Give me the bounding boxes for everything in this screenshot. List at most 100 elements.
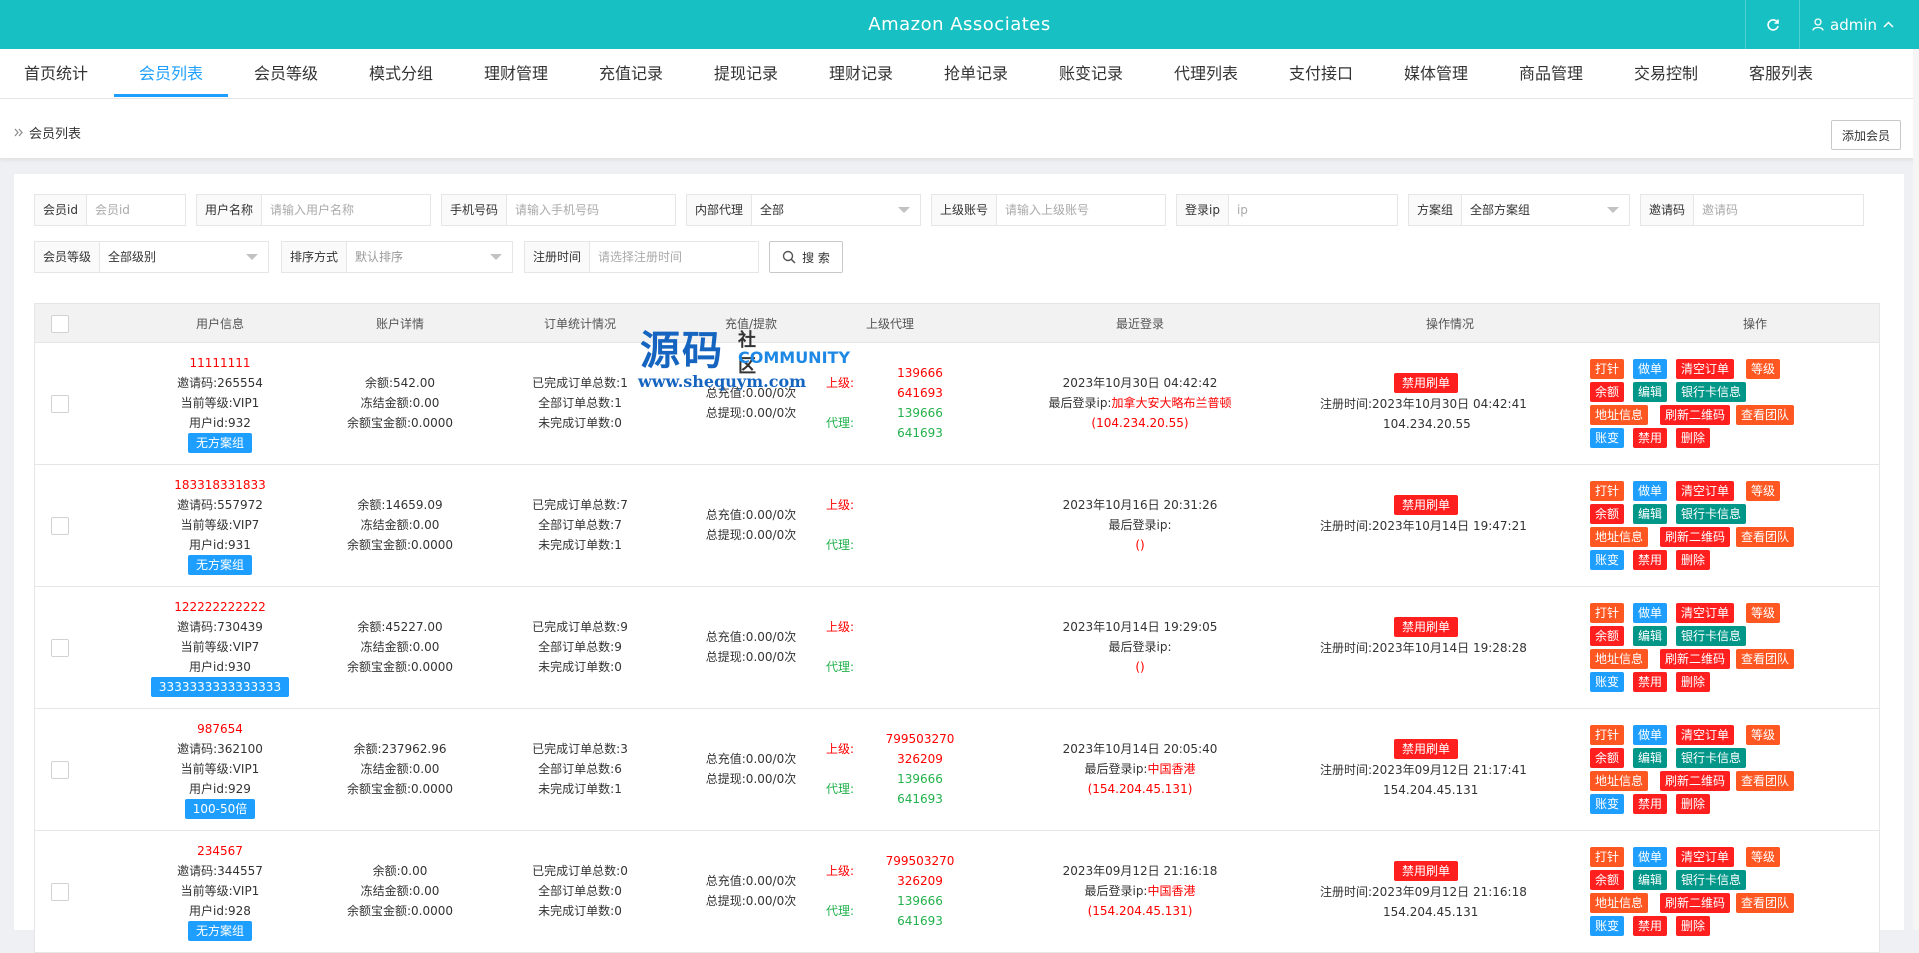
action-button[interactable]: 余额 <box>1590 870 1625 890</box>
action-button[interactable]: 查看团队 <box>1736 771 1795 791</box>
nav-item[interactable]: 支付接口 <box>1271 49 1371 99</box>
nav-item[interactable]: 商品管理 <box>1501 49 1601 99</box>
action-button[interactable]: 打针 <box>1590 359 1625 379</box>
ban-order-badge[interactable]: 禁用刷单 <box>1394 373 1459 393</box>
username-input[interactable] <box>262 195 430 225</box>
action-button[interactable]: 地址信息 <box>1590 893 1649 913</box>
level-select[interactable]: 全部级别 <box>100 242 268 272</box>
nav-item[interactable]: 会员等级 <box>236 49 336 99</box>
nav-item[interactable]: 提现记录 <box>696 49 796 99</box>
page-scrollbar[interactable] <box>1913 49 1919 930</box>
action-button[interactable]: 清空订单 <box>1676 725 1735 745</box>
parent-input[interactable] <box>997 195 1165 225</box>
action-button[interactable]: 做单 <box>1633 603 1668 623</box>
action-button[interactable]: 编辑 <box>1633 626 1668 646</box>
row-checkbox[interactable] <box>51 517 69 535</box>
add-member-button[interactable]: 添加会员 <box>1831 120 1901 150</box>
action-button[interactable]: 账变 <box>1590 428 1625 448</box>
action-button[interactable]: 编辑 <box>1633 504 1668 524</box>
agent-account[interactable]: 139666 <box>875 403 965 423</box>
parent-account[interactable]: 326209 <box>875 871 965 891</box>
plan-group-badge[interactable]: 无方案组 <box>187 555 252 575</box>
action-button[interactable]: 等级 <box>1746 847 1781 867</box>
action-button[interactable]: 地址信息 <box>1590 405 1649 425</box>
action-button[interactable]: 删除 <box>1676 672 1711 692</box>
action-button[interactable]: 余额 <box>1590 382 1625 402</box>
action-button[interactable]: 做单 <box>1633 481 1668 501</box>
action-button[interactable]: 余额 <box>1590 748 1625 768</box>
nav-item[interactable]: 理财记录 <box>811 49 911 99</box>
search-button[interactable]: 搜 索 <box>769 241 843 273</box>
parent-account[interactable]: 799503270 <box>875 729 965 749</box>
action-button[interactable]: 禁用 <box>1633 428 1668 448</box>
action-button[interactable]: 查看团队 <box>1736 893 1795 913</box>
action-button[interactable]: 做单 <box>1633 725 1668 745</box>
row-checkbox[interactable] <box>51 639 69 657</box>
login-ip-input[interactable] <box>1228 195 1397 225</box>
plan-group-badge[interactable]: 3333333333333333 <box>150 677 290 697</box>
action-button[interactable]: 禁用 <box>1633 672 1668 692</box>
plan-group-badge[interactable]: 100-50倍 <box>184 799 256 819</box>
action-button[interactable]: 打针 <box>1590 603 1625 623</box>
nav-item[interactable]: 交易控制 <box>1616 49 1716 99</box>
nav-item[interactable]: 客服列表 <box>1731 49 1831 99</box>
action-button[interactable]: 余额 <box>1590 626 1625 646</box>
action-button[interactable]: 等级 <box>1746 481 1781 501</box>
agent-account[interactable]: 641693 <box>875 789 965 809</box>
sort-select[interactable]: 默认排序 <box>347 242 512 272</box>
plan-select[interactable]: 全部方案组 <box>1462 195 1629 225</box>
action-button[interactable]: 编辑 <box>1633 870 1668 890</box>
action-button[interactable]: 清空订单 <box>1676 359 1735 379</box>
member-id-input[interactable] <box>86 195 185 225</box>
ban-order-badge[interactable]: 禁用刷单 <box>1394 739 1459 759</box>
action-button[interactable]: 编辑 <box>1633 382 1668 402</box>
action-button[interactable]: 禁用 <box>1633 550 1668 570</box>
action-button[interactable]: 做单 <box>1633 847 1668 867</box>
action-button[interactable]: 删除 <box>1676 550 1711 570</box>
row-checkbox[interactable] <box>51 395 69 413</box>
action-button[interactable]: 刷新二维码 <box>1660 649 1731 669</box>
parent-account[interactable]: 139666 <box>875 363 965 383</box>
agent-account[interactable]: 641693 <box>875 423 965 443</box>
nav-item[interactable]: 充值记录 <box>581 49 681 99</box>
action-button[interactable]: 刷新二维码 <box>1660 527 1731 547</box>
action-button[interactable]: 禁用 <box>1633 794 1668 814</box>
ban-order-badge[interactable]: 禁用刷单 <box>1394 861 1459 881</box>
user-menu[interactable]: admin <box>1812 0 1894 49</box>
ban-order-badge[interactable]: 禁用刷单 <box>1394 617 1459 637</box>
action-button[interactable]: 做单 <box>1633 359 1668 379</box>
nav-item[interactable]: 代理列表 <box>1156 49 1256 99</box>
agent-select[interactable]: 全部 <box>752 195 920 225</box>
agent-account[interactable]: 139666 <box>875 769 965 789</box>
parent-account[interactable]: 326209 <box>875 749 965 769</box>
action-button[interactable]: 账变 <box>1590 550 1625 570</box>
parent-account[interactable]: 799503270 <box>875 851 965 871</box>
action-button[interactable]: 查看团队 <box>1736 649 1795 669</box>
action-button[interactable]: 银行卡信息 <box>1676 870 1747 890</box>
nav-item[interactable]: 账变记录 <box>1041 49 1141 99</box>
action-button[interactable]: 银行卡信息 <box>1676 382 1747 402</box>
nav-item[interactable]: 媒体管理 <box>1386 49 1486 99</box>
action-button[interactable]: 刷新二维码 <box>1660 771 1731 791</box>
action-button[interactable]: 账变 <box>1590 916 1625 936</box>
action-button[interactable]: 查看团队 <box>1736 405 1795 425</box>
action-button[interactable]: 打针 <box>1590 847 1625 867</box>
phone-input[interactable] <box>507 195 675 225</box>
action-button[interactable]: 等级 <box>1746 725 1781 745</box>
action-button[interactable]: 清空订单 <box>1676 481 1735 501</box>
action-button[interactable]: 银行卡信息 <box>1676 504 1747 524</box>
nav-item[interactable]: 模式分组 <box>351 49 451 99</box>
nav-item[interactable]: 首页统计 <box>6 49 106 99</box>
action-button[interactable]: 刷新二维码 <box>1660 893 1731 913</box>
row-checkbox[interactable] <box>51 761 69 779</box>
refresh-button[interactable] <box>1745 0 1800 49</box>
action-button[interactable]: 查看团队 <box>1736 527 1795 547</box>
action-button[interactable]: 清空订单 <box>1676 603 1735 623</box>
plan-group-badge[interactable]: 无方案组 <box>187 433 252 453</box>
invite-input[interactable] <box>1694 195 1863 225</box>
agent-account[interactable]: 641693 <box>875 911 965 931</box>
action-button[interactable]: 地址信息 <box>1590 649 1649 669</box>
action-button[interactable]: 等级 <box>1746 359 1781 379</box>
nav-item[interactable]: 会员列表 <box>121 49 221 99</box>
action-button[interactable]: 打针 <box>1590 725 1625 745</box>
